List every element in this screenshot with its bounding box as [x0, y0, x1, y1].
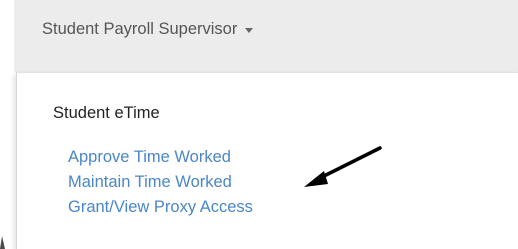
- menu-list: Approve Time Worked Maintain Time Worked…: [68, 145, 253, 220]
- cursor-edge-fragment: [0, 236, 5, 249]
- menu-item-approve-time-worked[interactable]: Approve Time Worked: [68, 145, 253, 170]
- dropdown-menu: Student eTime Approve Time Worked Mainta…: [16, 72, 518, 249]
- screen: Student Payroll Supervisor Student eTime…: [0, 0, 518, 249]
- role-menu-label: Student Payroll Supervisor: [42, 20, 238, 38]
- caret-down-icon: [245, 28, 254, 33]
- role-menu-toggle[interactable]: Student Payroll Supervisor: [42, 20, 254, 39]
- menu-section-heading: Student eTime: [53, 104, 160, 122]
- menu-item-maintain-time-worked[interactable]: Maintain Time Worked: [68, 170, 253, 195]
- menu-item-grant-view-proxy-access[interactable]: Grant/View Proxy Access: [68, 195, 253, 220]
- arrow-pointing-left-icon: [304, 146, 382, 187]
